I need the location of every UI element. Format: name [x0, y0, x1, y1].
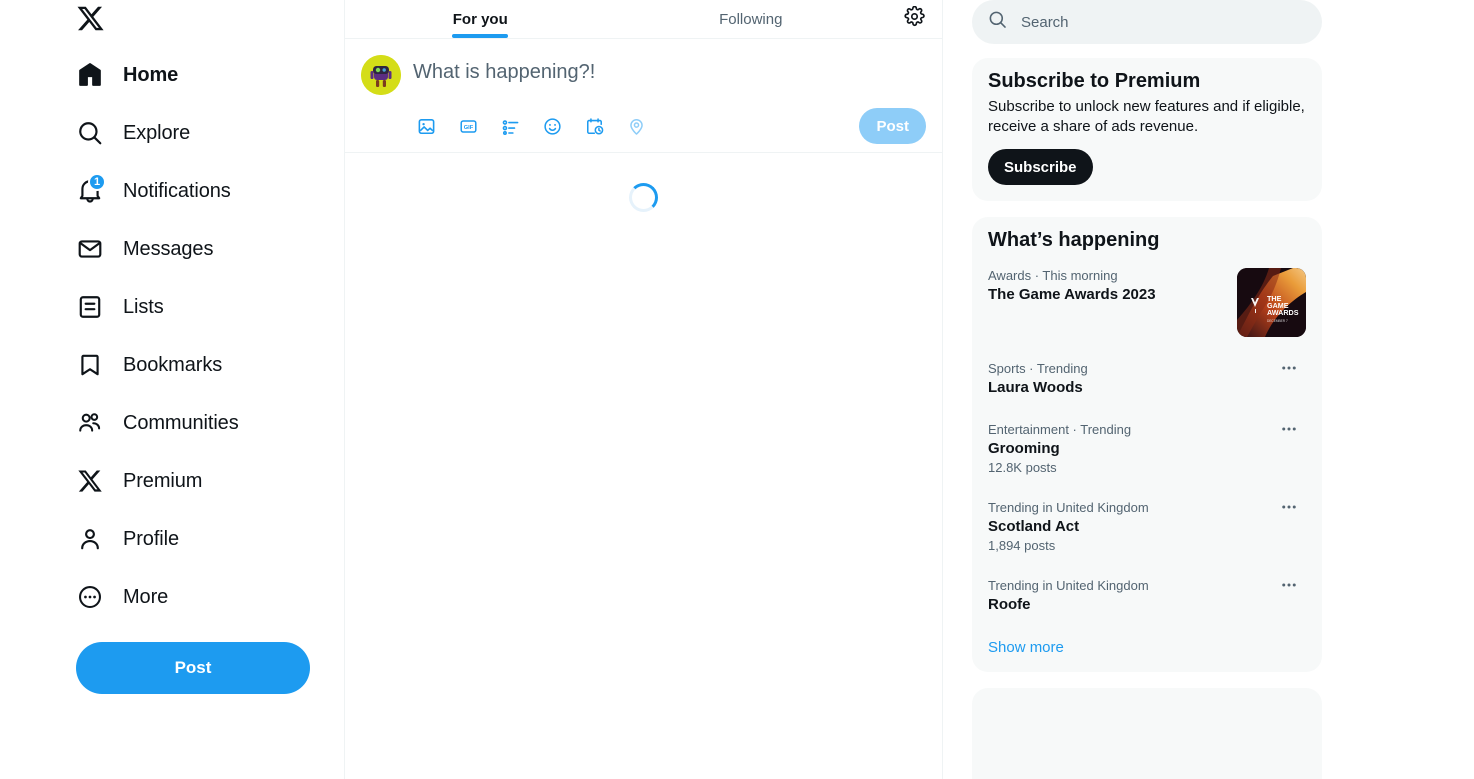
- person-icon: [76, 526, 103, 553]
- tab-label: For you: [452, 10, 508, 28]
- sidebar-item-label: Explore: [123, 121, 191, 144]
- location-icon[interactable]: [619, 109, 653, 143]
- trend-meta: Trending in United Kingdom: [988, 500, 1149, 515]
- svg-text:GIF: GIF: [463, 124, 473, 130]
- trend-more-button[interactable]: [1272, 576, 1306, 610]
- composer-attachment-icons: GIF: [409, 109, 653, 143]
- trend-item[interactable]: Trending in United Kingdom Scotland Act …: [972, 488, 1322, 566]
- premium-card-title: Subscribe to Premium: [988, 70, 1201, 92]
- search-icon: [988, 10, 1007, 34]
- trend-meta: Sports · Trending: [988, 361, 1088, 376]
- tab-label: Following: [719, 10, 783, 28]
- bookmark-icon: [76, 352, 103, 379]
- loading-spinner-icon: [629, 183, 658, 212]
- right-sidebar: Subscribe to Premium Subscribe to unlock…: [943, 0, 1473, 779]
- post-composer: What is happening?! GIF Post: [345, 39, 942, 153]
- sidebar-item-explore[interactable]: Explore: [76, 104, 257, 162]
- composer-post-button[interactable]: Post: [859, 108, 926, 144]
- sidebar-item-label: Home: [123, 63, 179, 86]
- sidebar-item-label: More: [123, 585, 169, 608]
- trend-name: Laura Woods: [988, 379, 1083, 396]
- sidebar-item-label: Bookmarks: [123, 353, 223, 376]
- trend-post-count: 1,894 posts: [988, 538, 1056, 553]
- trend-name: The Game Awards 2023: [988, 286, 1156, 303]
- sidebar-nav: Home Explore 1 Notifications Messages Li…: [76, 46, 257, 626]
- premium-card: Subscribe to Premium Subscribe to unlock…: [972, 58, 1322, 201]
- trend-item[interactable]: Awards · This morning The Game Awards 20…: [972, 256, 1322, 349]
- envelope-icon: [76, 236, 103, 263]
- search-input[interactable]: [1021, 13, 1306, 31]
- composer-body: What is happening?! GIF Post: [401, 49, 926, 152]
- x-logo-icon[interactable]: [76, 0, 128, 44]
- trend-post-count: 12.8K posts: [988, 460, 1057, 475]
- sidebar-item-communities[interactable]: Communities: [76, 394, 257, 452]
- sidebar-item-notifications[interactable]: 1 Notifications: [76, 162, 257, 220]
- sidebar-item-more[interactable]: More: [76, 568, 257, 626]
- sidebar-item-premium[interactable]: Premium: [76, 452, 257, 510]
- primary-sidebar: Home Explore 1 Notifications Messages Li…: [0, 0, 345, 779]
- trend-name: Roofe: [988, 596, 1031, 613]
- sidebar-item-profile[interactable]: Profile: [76, 510, 257, 568]
- sidebar-item-home[interactable]: Home: [76, 46, 257, 104]
- home-icon: [76, 62, 103, 89]
- avatar[interactable]: [361, 55, 401, 95]
- trend-name: Grooming: [988, 440, 1060, 457]
- trend-meta: Entertainment · Trending: [988, 422, 1132, 437]
- notification-badge: 1: [88, 172, 106, 191]
- trend-item[interactable]: Entertainment · Trending Grooming 12.8K …: [972, 410, 1322, 488]
- trend-more-button[interactable]: [1272, 420, 1306, 454]
- trend-item[interactable]: Sports · Trending Laura Woods: [972, 349, 1322, 410]
- composer-input[interactable]: What is happening?!: [413, 49, 926, 100]
- x-home-page: Home Explore 1 Notifications Messages Li…: [0, 0, 1474, 779]
- game-awards-thumbnail: THE GAME AWARDS DECEMBER 7: [1237, 268, 1306, 337]
- subscribe-button[interactable]: Subscribe: [988, 149, 1093, 185]
- trend-meta: Awards · This morning: [988, 268, 1118, 283]
- tab-following[interactable]: Following: [616, 0, 887, 38]
- trend-item[interactable]: Trending in United Kingdom Roofe: [972, 566, 1322, 627]
- trend-name: Scotland Act: [988, 518, 1080, 535]
- whats-happening-title: What’s happening: [988, 229, 1160, 251]
- premium-card-description: Subscribe to unlock new features and if …: [988, 98, 1305, 135]
- trend-more-button[interactable]: [1272, 498, 1306, 532]
- who-to-follow-card-placeholder: [972, 688, 1322, 779]
- trend-meta: Trending in United Kingdom: [988, 578, 1149, 593]
- search-icon: [76, 120, 103, 147]
- more-circle-icon: [76, 584, 103, 611]
- emoji-icon[interactable]: [535, 109, 569, 143]
- post-button[interactable]: Post: [76, 642, 310, 694]
- sidebar-item-label: Lists: [123, 295, 164, 318]
- timeline-tabs: For you Following: [345, 0, 942, 39]
- tab-for-you[interactable]: For you: [345, 0, 616, 38]
- search-bar[interactable]: [972, 0, 1322, 44]
- sidebar-item-label: Premium: [123, 469, 203, 492]
- sidebar-item-messages[interactable]: Messages: [76, 220, 257, 278]
- timeline-loading-indicator: [345, 153, 942, 779]
- composer-actions: GIF Post: [413, 100, 926, 152]
- whats-happening-card: What’s happening Awards · This morning T…: [972, 217, 1322, 672]
- sidebar-item-label: Profile: [123, 527, 179, 550]
- x-logo-icon: [76, 468, 103, 495]
- poll-icon[interactable]: [493, 109, 527, 143]
- gear-icon: [903, 5, 925, 32]
- people-icon: [76, 410, 103, 437]
- svg-text:AWARDS: AWARDS: [1267, 308, 1299, 317]
- sidebar-item-label: Messages: [123, 237, 214, 260]
- trend-more-button[interactable]: [1272, 359, 1306, 393]
- svg-text:DECEMBER 7: DECEMBER 7: [1267, 319, 1288, 323]
- main-timeline-column: For you Following What is happening?! GI…: [345, 0, 943, 779]
- sidebar-item-bookmarks[interactable]: Bookmarks: [76, 336, 257, 394]
- list-icon: [76, 294, 103, 321]
- bell-icon: 1: [76, 172, 106, 205]
- sidebar-item-label: Communities: [123, 411, 239, 434]
- schedule-icon[interactable]: [577, 109, 611, 143]
- media-image-icon[interactable]: [409, 109, 443, 143]
- sidebar-item-lists[interactable]: Lists: [76, 278, 257, 336]
- timeline-settings-button[interactable]: [886, 0, 942, 38]
- sidebar-item-label: Notifications: [123, 179, 231, 202]
- gif-icon[interactable]: GIF: [451, 109, 485, 143]
- show-more-link[interactable]: Show more: [972, 627, 1322, 672]
